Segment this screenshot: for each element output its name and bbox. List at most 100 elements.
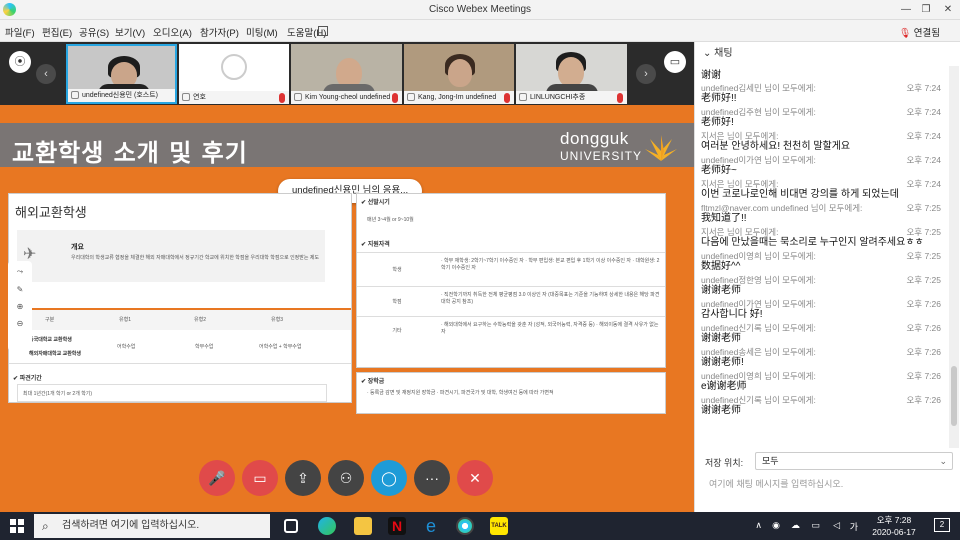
volume-icon[interactable]: ◁ <box>833 520 840 531</box>
close-button[interactable]: ✕ <box>938 2 958 18</box>
chat-messages: 谢谢 undefined김세민 님이 모두에게: 오후 7:24 老师好!! und… <box>695 66 949 448</box>
window-title: Cisco Webex Meetings <box>428 4 532 15</box>
person-icon: ⚇ <box>339 470 353 486</box>
table-cell: 동국대학교 교환학생 <box>29 337 72 343</box>
video-button[interactable]: ▭ <box>242 460 278 496</box>
participant-filmstrip: ⦿ ‹ undefined신용민 (호스트) 연호 Kim Young-cheo… <box>0 42 694 105</box>
cloud-icon[interactable]: ☁ <box>791 520 800 531</box>
internet-explorer-icon[interactable]: e <box>422 517 440 535</box>
taskbar-clock[interactable]: 오후 7:28 2020-06-17 <box>864 514 924 538</box>
more-button[interactable]: ··· <box>414 460 450 496</box>
mute-button[interactable]: 🎤 <box>199 460 235 496</box>
menu-meeting[interactable]: 미팅(M) <box>246 25 278 39</box>
menu-audio[interactable]: 오디오(A) <box>153 25 192 39</box>
message-sender: 지서은 님이 모두에게: <box>701 179 779 189</box>
participants-button[interactable]: ⚇ <box>328 460 364 496</box>
dongguk-logo: dongguk UNIVERSITY <box>560 129 677 163</box>
pointer-icon[interactable]: ⤳ <box>8 267 32 277</box>
message-text: 数据好^^ <box>701 261 741 272</box>
menu-file[interactable]: 파일(F) <box>5 25 35 39</box>
zoom-out-icon[interactable]: ⊖ <box>8 319 32 328</box>
zoom-in-icon[interactable]: ⊕ <box>8 302 32 311</box>
filmstrip-next-icon[interactable]: › <box>636 64 656 84</box>
chat-message: undefined김세민 님이 모두에게: 오후 7:24 老师好!! <box>701 82 941 105</box>
table-cell: · 해외대학에서 요구하는 수학능력을 갖춘 자 (성적, 외국어능력, 자격증… <box>441 322 659 335</box>
message-time: 오후 7:26 <box>906 299 941 309</box>
message-sender: fltmzl@naver.com undefined 님이 모두에게: <box>701 203 863 213</box>
scholarship-title: ✔ 장학금 <box>361 379 385 385</box>
participant-tile[interactable]: undefined신용민 (호스트) <box>66 44 177 104</box>
participant-tile[interactable]: LINLUNGCHI추종 <box>516 44 627 104</box>
chat-input[interactable]: 여기에 채팅 메시지를 입력하십시오. <box>703 474 953 494</box>
menu-view[interactable]: 보기(V) <box>115 25 145 39</box>
chat-message: undefined이영희 님이 모두에게: 오후 7:25 数据好^^ <box>701 250 941 273</box>
pen-icon[interactable]: ✎ <box>8 285 32 294</box>
chat-message: 지서은 님이 모두에게: 오후 7:24 여러분 안녕하세요! 천천히 말할게요 <box>701 130 941 153</box>
share-icon: ⇪ <box>297 470 309 486</box>
meeting-controls: 🎤 ▭ ⇪ ⚇ ◯ ··· ✕ <box>199 460 499 498</box>
file-explorer-icon[interactable] <box>354 517 372 535</box>
table-header: 유형3 <box>271 317 283 323</box>
chat-header[interactable]: ⌄ 채팅 <box>695 42 960 66</box>
right-s2-text: 지원자격 <box>367 242 390 248</box>
annotation-toolbar: ⤳ ✎ ⊕ ⊖ <box>8 261 32 351</box>
search-placeholder: 검색하려면 여기에 입력하십시오. <box>62 520 200 531</box>
menu-edit[interactable]: 편집(E) <box>42 25 72 39</box>
participant-tile[interactable]: 연호 <box>179 44 289 104</box>
taskbar: ⌕ 검색하려면 여기에 입력하십시오. N e TALK ∧ ◉ ☁ ▭ ◁ 가 … <box>0 512 960 540</box>
leave-button[interactable]: ✕ <box>457 460 493 496</box>
recipient-select[interactable]: 모두 ⌄ <box>755 452 953 470</box>
overview-text: 우리대학의 학생교류 협정을 체결한 해외 자매대학에서 정규기간 학교에 위치… <box>71 255 320 261</box>
search-icon: ⌕ <box>42 519 49 533</box>
brand-name: dongguk <box>560 129 629 148</box>
restore-button[interactable]: ❐ <box>916 2 936 18</box>
layout-grid-icon[interactable] <box>318 26 328 36</box>
windows-start-icon[interactable] <box>10 519 24 533</box>
task-view-icon[interactable] <box>284 519 298 533</box>
netflix-icon[interactable]: N <box>388 517 406 535</box>
menu-participants[interactable]: 참가자(P) <box>200 25 239 39</box>
connection-label: 연결됨 <box>913 28 940 39</box>
slide-title: 교환학생 소개 및 후기 <box>12 139 248 167</box>
slide-left-panel: 해외교환학생 ✈ 개요 우리대학의 학생교류 협정을 체결한 해외 자매대학에서… <box>8 193 352 403</box>
webex-taskbar-icon[interactable] <box>456 517 474 535</box>
participant-name: Kang, Jong-Im undefined <box>418 94 497 101</box>
layout-icon[interactable]: ▭ <box>664 51 686 73</box>
location-icon[interactable]: ◉ <box>772 520 780 531</box>
menu-share[interactable]: 공유(S) <box>79 25 109 39</box>
period-title-text: 파견기간 <box>19 376 42 382</box>
chevron-up-icon[interactable]: ∧ <box>755 520 762 531</box>
chat-message: undefined신기록 님이 모두에게: 오후 7:26 谢谢老师 <box>701 322 941 345</box>
chevron-down-icon[interactable]: ⌄ <box>703 48 711 59</box>
filmstrip-prev-icon[interactable]: ‹ <box>36 64 56 84</box>
minimize-button[interactable]: — <box>896 2 916 18</box>
scholarship-text: · 등록금 감면 및 재정지원 장학금 · 파견시기, 파견국가 및 대학, 학… <box>367 390 554 396</box>
chat-message: fltmzl@naver.com undefined 님이 모두에게: 오후 7:… <box>701 202 941 225</box>
period-title: ✔ 파견기간 <box>13 376 42 382</box>
participant-tile[interactable]: Kim Young-cheol undefined <box>291 44 402 104</box>
message-sender: undefined이가연 님이 모두에게: <box>701 299 816 309</box>
table-cell: 기타 <box>392 328 402 334</box>
clock-date: 2020-06-17 <box>872 527 916 537</box>
muted-mic-icon <box>392 93 398 103</box>
notification-center-icon[interactable]: 2 <box>934 518 950 532</box>
network-icon[interactable]: ▭ <box>811 520 820 531</box>
message-time: 오후 7:26 <box>906 395 941 405</box>
scrollbar-thumb[interactable] <box>951 366 957 426</box>
edge-icon[interactable] <box>318 517 336 535</box>
message-time: 오후 7:26 <box>906 347 941 357</box>
chat-scrollbar[interactable] <box>949 66 959 448</box>
grid-view-icon[interactable]: ⦿ <box>9 51 31 73</box>
kakaotalk-icon[interactable]: TALK <box>490 517 508 535</box>
taskbar-search[interactable]: ⌕ 검색하려면 여기에 입력하십시오. <box>34 514 270 538</box>
message-text: 老师好!! <box>701 93 737 104</box>
table-cell: · 직전학기까지 취득한 전체 평균평점 3.0 이상인 자 (대중목표는 기준… <box>441 292 660 305</box>
language-indicator[interactable]: 가 <box>850 520 858 533</box>
clock-time: 오후 7:28 <box>876 515 912 525</box>
share-button[interactable]: ⇪ <box>285 460 321 496</box>
chat-button[interactable]: ◯ <box>371 460 407 496</box>
chat-message: 지서은 님이 모두에게: 오후 7:24 이번 코로나로인해 비대면 강의를 하게 … <box>701 178 941 201</box>
chat-recipient-row: 저장 위치: 모두 ⌄ <box>703 452 955 470</box>
participant-tile[interactable]: Kang, Jong-Im undefined <box>404 44 514 104</box>
participant-name: undefined신용민 (호스트) <box>82 92 158 99</box>
